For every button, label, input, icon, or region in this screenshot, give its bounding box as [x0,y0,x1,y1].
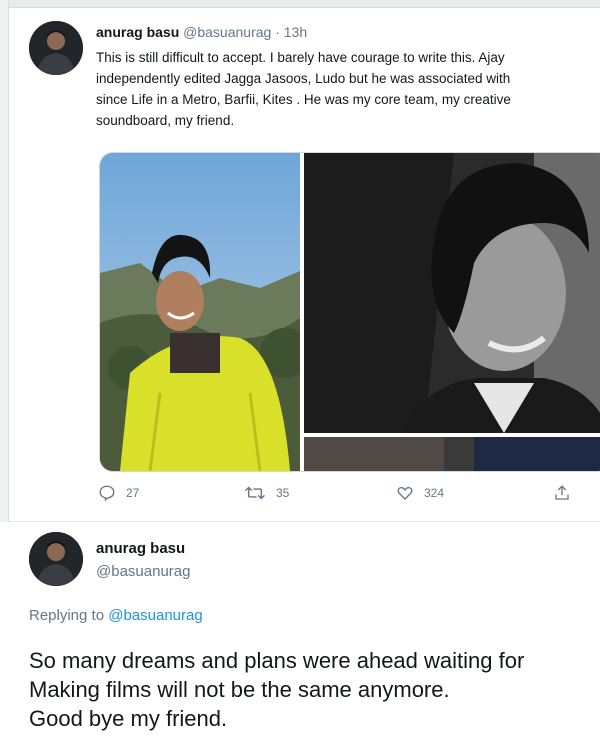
tweet-photo-portrait[interactable] [304,153,600,433]
tweet-text-line: Good bye my friend. [29,706,228,731]
author-handle[interactable]: @basuanurag [96,563,190,580]
tweet-photo-extra[interactable] [304,437,600,471]
tweet-timestamp[interactable]: 13h [284,24,307,40]
replying-to-label: Replying to [29,607,105,624]
retweet-icon [244,484,266,502]
author-name[interactable]: anurag basu [96,24,179,40]
author-name[interactable]: anurag basu [96,540,185,557]
author-handle[interactable]: @basuanurag [183,24,271,40]
replying-to: Replying to @basuanurag [29,607,203,624]
reply-count: 27 [126,486,140,500]
tweet-photo-outdoor[interactable] [100,153,300,471]
tweet-text-line: So many dreams and plans were ahead wait… [29,648,525,673]
tweet-text: This is still difficult to accept. I bar… [96,47,600,131]
share-icon [553,484,571,502]
tweet-text-line: since Life in a Metro, Barfii, Kites . H… [96,92,511,107]
avatar[interactable] [29,532,83,586]
tweet-divider [8,521,600,522]
tweet-text-line: This is still difficult to accept. I bar… [96,50,505,65]
tweet-media-grid [99,152,600,472]
replying-to-mention[interactable]: @basuanurag [108,607,202,624]
reply-button[interactable]: 27 [98,484,139,502]
share-button[interactable] [553,484,571,502]
like-button[interactable]: 324 [396,484,444,502]
window-left-edge [0,0,9,522]
reply-icon [98,484,116,502]
tweet-actions: 27 35 324 [0,484,600,508]
header-separator: · [275,24,280,40]
heart-icon [396,484,414,502]
tweet-text-line: independently edited Jagga Jasoos, Ludo … [96,71,511,86]
window-top-edge [0,0,600,8]
like-count: 324 [424,486,445,500]
tweet-header: anurag basu @basuanurag · 13h [96,24,307,40]
tweet-text: So many dreams and plans were ahead wait… [29,646,600,733]
avatar[interactable] [29,21,83,75]
tweet-text-line: Making films will not be the same anymor… [29,677,450,702]
retweet-count: 35 [276,486,290,500]
tweet-text-line: soundboard, my friend. [96,113,235,128]
retweet-button[interactable]: 35 [244,484,289,502]
